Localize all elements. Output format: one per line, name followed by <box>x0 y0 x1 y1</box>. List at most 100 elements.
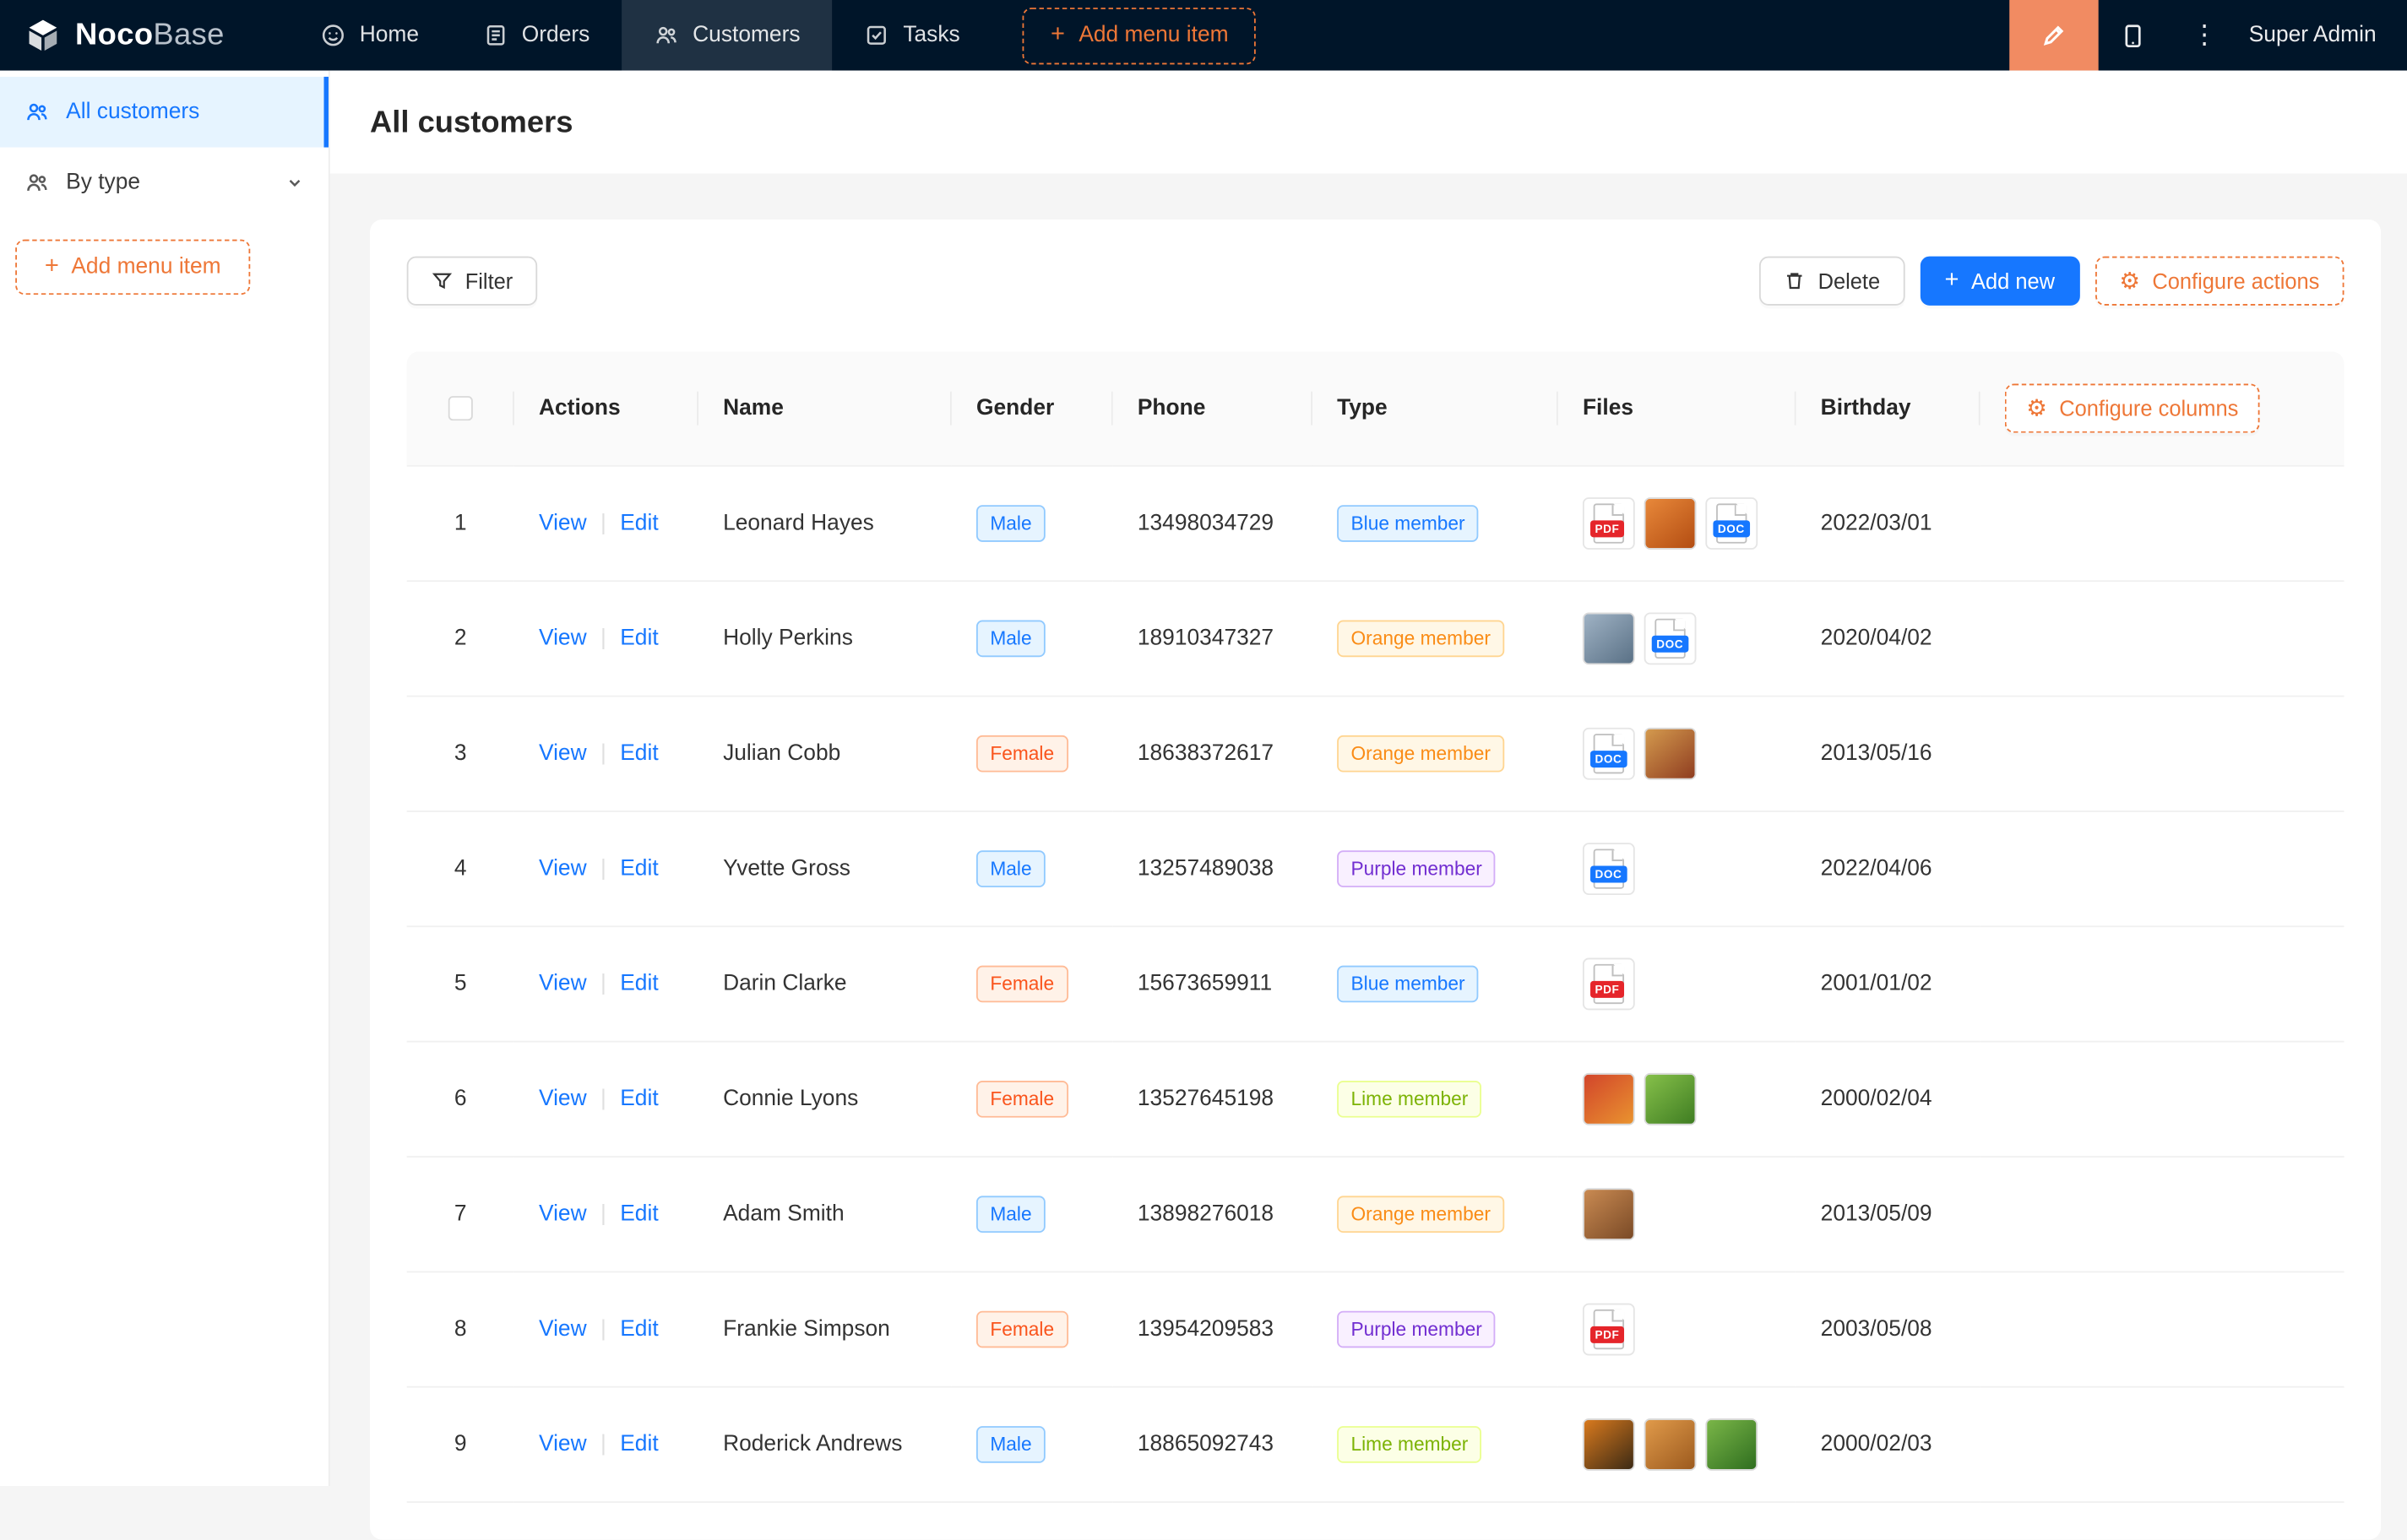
image-thumbnail[interactable] <box>1583 1073 1635 1125</box>
sidebar-add-menu-item-button[interactable]: + Add menu item <box>15 240 250 295</box>
filter-button[interactable]: Filter <box>407 257 538 306</box>
view-link[interactable]: View <box>539 1087 587 1111</box>
name-cell: Adam Smith <box>698 1158 952 1272</box>
table-body: 1View|EditLeonard HayesMale13498034729Bl… <box>407 467 2345 1503</box>
nav-item-orders[interactable]: Orders <box>451 0 622 71</box>
image-thumbnail[interactable] <box>1644 728 1697 780</box>
delete-button[interactable]: Delete <box>1760 257 1905 306</box>
image-thumbnail[interactable] <box>1644 1418 1697 1471</box>
edit-link[interactable]: Edit <box>620 1317 658 1342</box>
file-thumbnail[interactable]: DOC <box>1644 612 1697 664</box>
name-cell: Frankie Simpson <box>698 1272 952 1387</box>
nav-item-customers[interactable]: Customers <box>622 0 833 71</box>
image-thumbnail[interactable] <box>1644 497 1697 550</box>
view-link[interactable]: View <box>539 972 587 996</box>
name-cell: Darin Clarke <box>698 927 952 1042</box>
tag-male: Male <box>976 505 1046 542</box>
view-link[interactable]: View <box>539 626 587 651</box>
phone-cell: 13898276018 <box>1113 1158 1312 1272</box>
edit-link[interactable]: Edit <box>620 972 658 996</box>
edit-link[interactable]: Edit <box>620 511 658 535</box>
file-thumbnail[interactable]: PDF <box>1583 1304 1635 1356</box>
sidebar-item-by-type[interactable]: By type <box>0 148 329 219</box>
user-menu[interactable]: Super Admin <box>2240 23 2407 47</box>
app-root: NocoBase Home Orders <box>0 0 2407 1486</box>
nav-item-label: Home <box>360 23 419 47</box>
image-thumbnail[interactable] <box>1583 612 1635 664</box>
doc-file-icon: DOC <box>1654 619 1685 659</box>
image-thumbnail[interactable] <box>1644 1073 1697 1125</box>
tag-female: Female <box>976 966 1068 1003</box>
tag-male: Male <box>976 1196 1046 1233</box>
gender-cell: Male <box>952 582 1113 697</box>
file-thumbnail[interactable]: DOC <box>1583 728 1635 780</box>
tag-orange-member: Orange member <box>1337 735 1504 773</box>
page-header: All customers <box>330 71 2407 174</box>
mobile-preview-button[interactable] <box>2099 0 2170 71</box>
customers-table: Actions Name Gender Phone Type Files Bir… <box>407 351 2345 1503</box>
edit-link[interactable]: Edit <box>620 626 658 651</box>
row-actions-cell: View|Edit <box>514 812 698 927</box>
nav-item-home[interactable]: Home <box>289 0 451 71</box>
file-thumbnail[interactable]: DOC <box>1705 497 1758 550</box>
filter-icon <box>432 270 453 291</box>
name-cell: Connie Lyons <box>698 1043 952 1158</box>
view-link[interactable]: View <box>539 1432 587 1456</box>
file-thumbnail[interactable]: DOC <box>1583 843 1635 895</box>
configure-column-cell <box>1980 1043 2345 1158</box>
gear-icon: ⚙ <box>2026 397 2046 420</box>
type-cell: Orange member <box>1312 1158 1558 1272</box>
customers-card: Filter Delete + <box>370 220 2381 1540</box>
birthday-cell: 2022/04/06 <box>1796 812 1980 927</box>
more-menu-button[interactable]: ⋮ <box>2169 0 2240 71</box>
configure-column-cell <box>1980 927 2345 1042</box>
configure-actions-button[interactable]: ⚙ Configure actions <box>2095 257 2344 306</box>
select-all-checkbox[interactable] <box>448 396 473 420</box>
image-thumbnail[interactable] <box>1583 1188 1635 1240</box>
add-new-button[interactable]: + Add new <box>1920 257 2079 306</box>
edit-link[interactable]: Edit <box>620 857 658 881</box>
phone-cell: 13527645198 <box>1113 1043 1312 1158</box>
gear-icon: ⚙ <box>2119 269 2139 292</box>
trash-icon <box>1785 270 1806 291</box>
column-header-type: Type <box>1312 351 1558 466</box>
nocobase-logo-icon <box>24 17 62 54</box>
home-icon <box>321 23 345 47</box>
pdf-file-icon: PDF <box>1594 503 1624 543</box>
gender-cell: Male <box>952 812 1113 927</box>
plus-icon: + <box>1944 268 1959 292</box>
phone-cell: 13498034729 <box>1113 467 1312 582</box>
row-actions-cell: View|Edit <box>514 1272 698 1387</box>
edit-link[interactable]: Edit <box>620 1087 658 1111</box>
phone-cell: 15673659911 <box>1113 927 1312 1042</box>
view-link[interactable]: View <box>539 1317 587 1342</box>
nav-item-tasks[interactable]: Tasks <box>833 0 992 71</box>
file-thumbnail[interactable]: PDF <box>1583 497 1635 550</box>
sidebar-item-all-customers[interactable]: All customers <box>0 77 329 148</box>
view-link[interactable]: View <box>539 511 587 535</box>
row-index-cell: 2 <box>407 582 514 697</box>
row-index-cell: 3 <box>407 697 514 811</box>
link-divider: | <box>600 741 606 766</box>
gender-cell: Female <box>952 1043 1113 1158</box>
edit-link[interactable]: Edit <box>620 1202 658 1227</box>
brand-logo[interactable]: NocoBase <box>0 17 249 54</box>
navbar-add-menu-item-button[interactable]: + Add menu item <box>1023 7 1256 63</box>
edit-link[interactable]: Edit <box>620 741 658 766</box>
file-thumbnail[interactable]: PDF <box>1583 958 1635 1011</box>
edit-link[interactable]: Edit <box>620 1432 658 1456</box>
tag-orange-member: Orange member <box>1337 1196 1504 1233</box>
configure-column-cell <box>1980 812 2345 927</box>
image-thumbnail[interactable] <box>1583 1418 1635 1471</box>
configure-columns-button[interactable]: ⚙ Configure columns <box>2005 384 2260 433</box>
view-link[interactable]: View <box>539 857 587 881</box>
ui-editor-button[interactable] <box>2009 0 2098 71</box>
view-link[interactable]: View <box>539 741 587 766</box>
image-thumbnail[interactable] <box>1705 1418 1758 1471</box>
nav-item-label: Orders <box>522 23 590 47</box>
gender-cell: Female <box>952 927 1113 1042</box>
view-link[interactable]: View <box>539 1202 587 1227</box>
row-actions-cell: View|Edit <box>514 467 698 582</box>
plus-icon: + <box>45 254 59 279</box>
birthday-cell: 2003/05/08 <box>1796 1272 1980 1387</box>
